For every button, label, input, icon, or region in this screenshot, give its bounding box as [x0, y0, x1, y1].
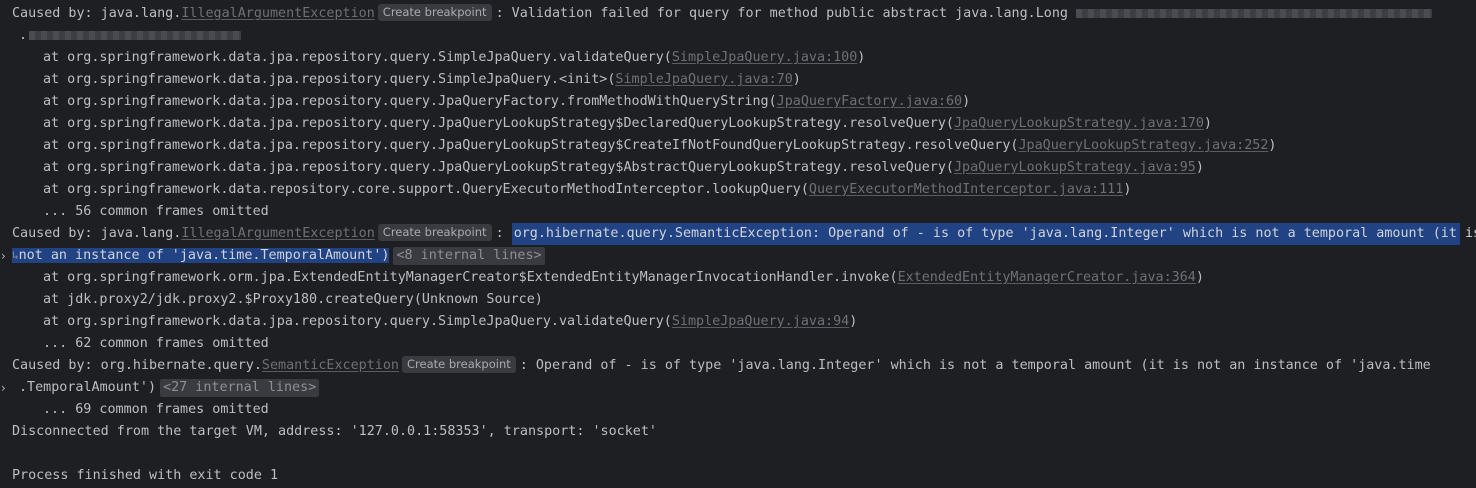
exception-link[interactable]: IllegalArgumentException: [181, 6, 374, 21]
frame-suffix: ): [792, 72, 801, 87]
stack-frame: at org.springframework.data.jpa.reposito…: [0, 47, 1476, 69]
stack-frame: at org.springframework.data.jpa.reposito…: [0, 69, 1476, 91]
frame-method: at org.springframework.data.jpa.reposito…: [43, 160, 954, 175]
process-exit-message: Process finished with exit code 1: [0, 465, 1476, 487]
stack-frame: at org.springframework.data.repository.c…: [0, 179, 1476, 201]
omitted-text: ... 56 common frames omitted: [43, 204, 269, 219]
create-breakpoint-button[interactable]: Create breakpoint: [377, 224, 492, 241]
omitted-text: ... 62 common frames omitted: [43, 336, 269, 351]
console-line: .: [0, 25, 1476, 47]
console-line: › .TemporalAmount') <27 internal lines>: [0, 377, 1476, 399]
frame-suffix: ): [1195, 270, 1204, 285]
console-line: › ↳not an instance of 'java.time.Temporal…: [0, 245, 1476, 267]
frame-suffix: ): [1268, 138, 1277, 153]
stack-frame: at org.springframework.data.jpa.reposito…: [0, 157, 1476, 179]
exception-link[interactable]: IllegalArgumentException: [181, 226, 374, 241]
frame-method: at org.springframework.orm.jpa.ExtendedE…: [43, 270, 898, 285]
console-line: Caused by: java.lang.IllegalArgumentExce…: [0, 223, 1476, 245]
source-link[interactable]: JpaQueryLookupStrategy.java:252: [1018, 138, 1268, 153]
frame-suffix: ): [1123, 182, 1132, 197]
omitted-frames: ... 56 common frames omitted: [0, 201, 1476, 223]
caused-by-prefix: Caused by: java.lang.: [12, 6, 182, 21]
redacted-text: [1075, 8, 1432, 18]
exit-text: Process finished with exit code 1: [12, 468, 279, 483]
source-link[interactable]: JpaQueryLookupStrategy.java:95: [954, 160, 1196, 175]
selected-message: org.hibernate.query.SemanticException: O…: [513, 226, 1476, 241]
stack-frame: at org.springframework.orm.jpa.ExtendedE…: [0, 267, 1476, 289]
source-link[interactable]: SimpleJpaQuery.java:70: [615, 72, 792, 87]
console-line: Caused by: org.hibernate.query.SemanticE…: [0, 355, 1476, 377]
selected-text: org.hibernate.query.SemanticException: O…: [511, 223, 1476, 245]
source-link[interactable]: SimpleJpaQuery.java:100: [672, 50, 857, 65]
frame-suffix: ): [1195, 160, 1204, 175]
selected-text: ↳not an instance of 'java.time.TemporalA…: [12, 248, 390, 263]
colon-separator: :: [495, 226, 504, 241]
internal-lines-fold[interactable]: <8 internal lines>: [393, 247, 545, 265]
stack-frame: at jdk.proxy2/jdk.proxy2.$Proxy180.creat…: [0, 289, 1476, 311]
source-link[interactable]: JpaQueryLookupStrategy.java:170: [954, 116, 1204, 131]
source-link[interactable]: JpaQueryFactory.java:60: [777, 94, 962, 109]
omitted-text: ... 69 common frames omitted: [43, 402, 269, 417]
disconnect-message: Disconnected from the target VM, address…: [0, 421, 1476, 443]
stack-frame: at org.springframework.data.jpa.reposito…: [0, 311, 1476, 333]
disconnect-text: Disconnected from the target VM, address…: [12, 424, 657, 439]
soft-wrap-icon: ↳: [12, 249, 19, 262]
frame-method: at org.springframework.data.jpa.reposito…: [43, 94, 777, 109]
expand-arrow-icon[interactable]: ›: [1, 245, 11, 267]
run-console[interactable]: Caused by: java.lang.IllegalArgumentExce…: [0, 0, 1476, 488]
console-line: Caused by: java.lang.IllegalArgumentExce…: [0, 3, 1476, 25]
source-link[interactable]: SimpleJpaQuery.java:94: [672, 314, 849, 329]
create-breakpoint-button[interactable]: Create breakpoint: [377, 4, 492, 21]
exception-message: : Validation failed for query for method…: [495, 6, 1068, 21]
omitted-frames: ... 62 common frames omitted: [0, 333, 1476, 355]
stack-frame: at org.springframework.data.jpa.reposito…: [0, 135, 1476, 157]
expand-arrow-icon[interactable]: ›: [1, 377, 11, 399]
frame-suffix: ): [849, 314, 858, 329]
stack-frame: at org.springframework.data.jpa.reposito…: [0, 91, 1476, 113]
exception-message: : Operand of - is of type 'java.lang.Int…: [519, 358, 1431, 373]
redacted-text: [29, 30, 242, 40]
frame-suffix: ): [1203, 116, 1212, 131]
selected-message: not an instance of 'java.time.TemporalAm…: [18, 248, 390, 263]
frame-method: at org.springframework.data.jpa.reposito…: [43, 116, 954, 131]
caused-by-prefix: Caused by: java.lang.: [12, 226, 182, 241]
frame-method: at org.springframework.data.jpa.reposito…: [43, 72, 616, 87]
exception-link[interactable]: SemanticException: [262, 358, 399, 373]
source-link[interactable]: QueryExecutorMethodInterceptor.java:111: [809, 182, 1123, 197]
continuation-text: .TemporalAmount'): [19, 380, 157, 395]
internal-lines-fold[interactable]: <27 internal lines>: [160, 379, 320, 397]
stack-frame: at org.springframework.data.jpa.reposito…: [0, 113, 1476, 135]
source-link[interactable]: ExtendedEntityManagerCreator.java:364: [898, 270, 1196, 285]
frame-suffix: ): [962, 94, 971, 109]
frame-method: at org.springframework.data.jpa.reposito…: [43, 50, 672, 65]
frame-method: at org.springframework.data.jpa.reposito…: [43, 314, 672, 329]
frame-method: at org.springframework.data.jpa.reposito…: [43, 138, 1019, 153]
omitted-frames: ... 69 common frames omitted: [0, 399, 1476, 421]
frame-suffix: ): [857, 50, 866, 65]
frame-method: at jdk.proxy2/jdk.proxy2.$Proxy180.creat…: [43, 292, 543, 307]
continuation-text: .: [19, 28, 28, 43]
frame-method: at org.springframework.data.repository.c…: [43, 182, 809, 197]
caused-by-prefix: Caused by: org.hibernate.query.: [12, 358, 262, 373]
create-breakpoint-button[interactable]: Create breakpoint: [401, 356, 516, 373]
